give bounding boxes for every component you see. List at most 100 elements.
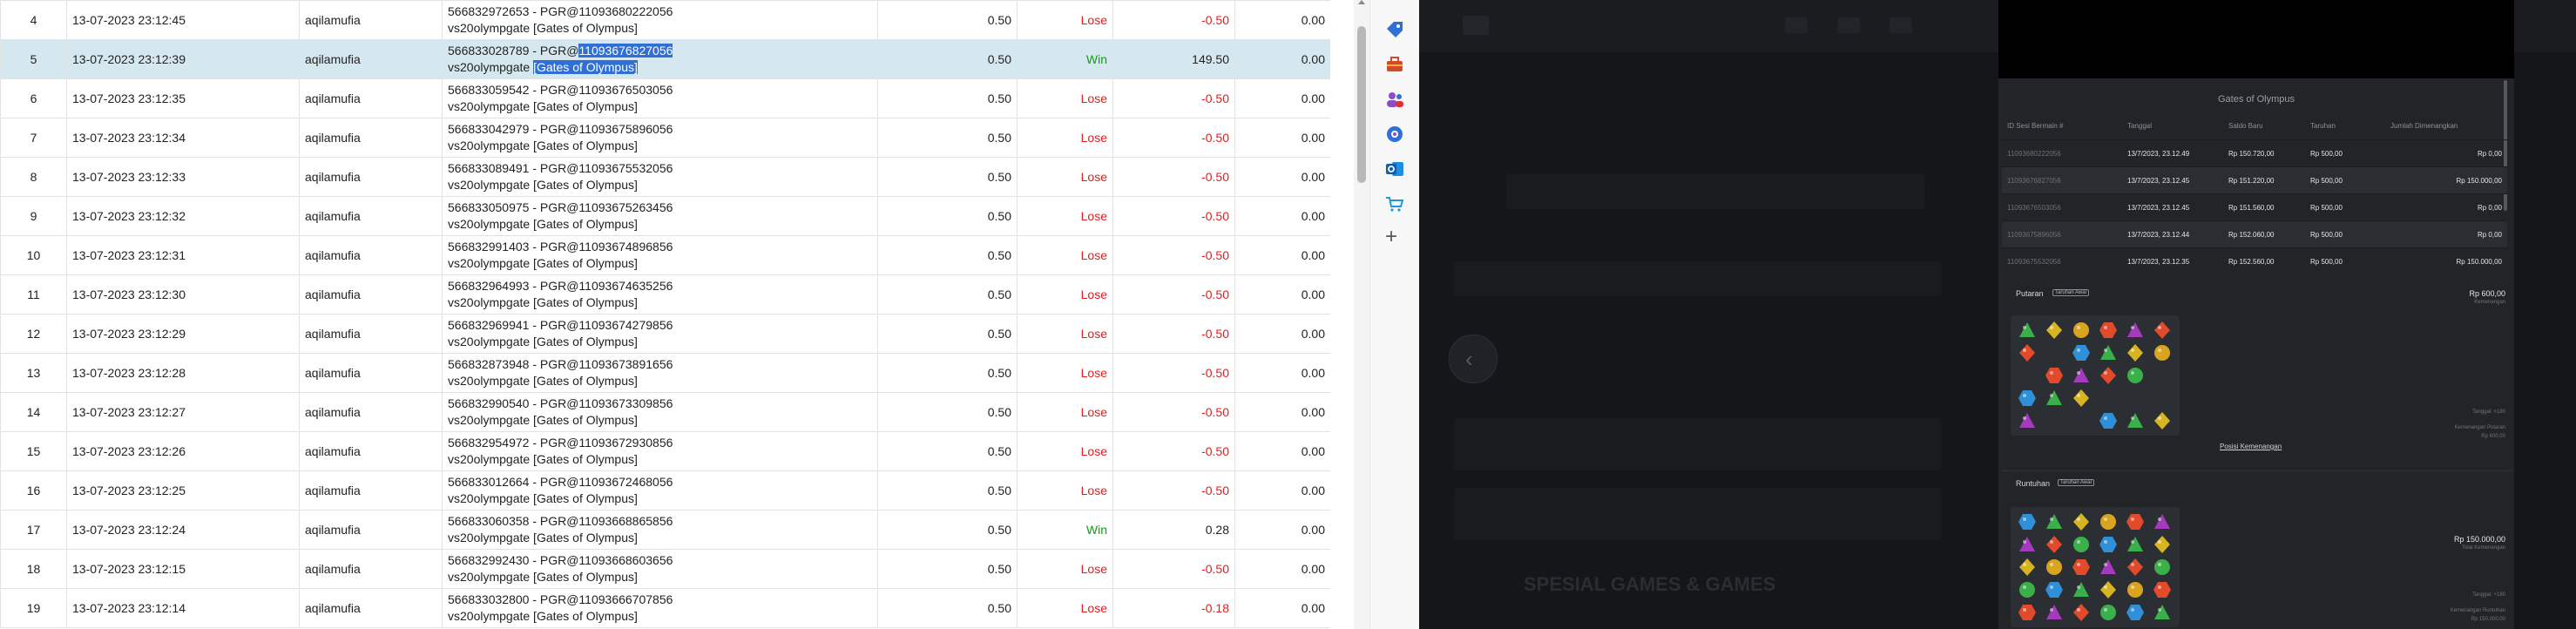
bet-date: 13-07-2023 23:12:28 <box>66 353 300 393</box>
bet-date: 13-07-2023 23:12:34 <box>66 118 300 158</box>
table-row[interactable]: 15 13-07-2023 23:12:26 aqilamufia 566832954… <box>0 431 1330 471</box>
table-row[interactable]: 13 13-07-2023 23:12:28 aqilamufia 566832873… <box>0 353 1330 393</box>
session-history-row[interactable]: 11093675896056 13/7/2023, 23.12.44 Rp 152.… <box>2002 220 2507 247</box>
people-icon[interactable] <box>1384 89 1405 110</box>
table-row[interactable]: 16 13-07-2023 23:12:25 aqilamufia 566833012… <box>0 470 1330 511</box>
session-bet: Rp 500,00 <box>2310 177 2343 185</box>
payout: -0.50 <box>1112 235 1235 275</box>
outlook-icon[interactable] <box>1384 159 1405 179</box>
table-row[interactable]: 7 13-07-2023 23:12:34 aqilamufia 5668330429… <box>0 118 1330 158</box>
transaction-id: 566832964993 - PGR@11093674635256 <box>448 279 673 293</box>
bet-amount: 0.50 <box>877 235 1018 275</box>
gem-symbol-icon <box>2154 605 2170 619</box>
bet-date: 13-07-2023 23:12:35 <box>66 78 300 118</box>
row-number: 14 <box>0 392 67 432</box>
row-number: 13 <box>0 353 67 393</box>
gem-symbol-icon <box>2154 321 2170 339</box>
bet-date: 13-07-2023 23:12:29 <box>66 314 300 354</box>
bet-description: 566833059542 - PGR@11093676503056 vs20oly… <box>442 78 878 118</box>
row-number: 16 <box>0 470 67 511</box>
gem-symbol-icon <box>2154 345 2170 361</box>
ghost-logo <box>1463 16 1489 35</box>
transaction-id: 566833012664 - PGR@11093672468056 <box>448 475 673 489</box>
gem-symbol-icon <box>2046 559 2062 575</box>
ghost-header-icon <box>1837 17 1860 33</box>
scroll-up-arrow-icon[interactable] <box>1358 0 1365 4</box>
payout: 149.50 <box>1112 39 1235 79</box>
table-row[interactable]: 12 13-07-2023 23:12:29 aqilamufia 566832969… <box>0 314 1330 354</box>
bet-amount: 0.50 <box>877 78 1018 118</box>
bet-result: Lose <box>1017 0 1113 40</box>
gem-symbol-icon <box>2127 368 2143 383</box>
bet-description: 566832954972 - PGR@11093672930856 vs20oly… <box>442 431 878 471</box>
balance: 0.00 <box>1234 353 1330 393</box>
bet-date: 13-07-2023 23:12:26 <box>66 431 300 471</box>
session-history-row[interactable]: 11093676503056 13/7/2023, 23.12.45 Rp 151.… <box>2002 193 2507 220</box>
game-name: vs20olympgate [Gates of Olympus] <box>448 178 638 192</box>
table-row[interactable]: 6 13-07-2023 23:12:35 aqilamufia 5668330595… <box>0 78 1330 118</box>
payout: -0.50 <box>1112 118 1235 158</box>
payout: -0.50 <box>1112 392 1235 432</box>
gem-symbol-icon <box>2100 367 2116 384</box>
toolbox-icon[interactable] <box>1384 54 1405 75</box>
gem-symbol-icon <box>2019 537 2035 551</box>
spin-reel-grid <box>2011 315 2180 436</box>
table-row[interactable]: 18 13-07-2023 23:12:15 aqilamufia 566832992… <box>0 549 1330 589</box>
gem-symbol-icon <box>2045 582 2063 598</box>
gem-symbol-icon <box>2073 537 2089 552</box>
ghost-header-icon <box>1890 17 1912 33</box>
table-row[interactable]: 10 13-07-2023 23:12:31 aqilamufia 566832991… <box>0 235 1330 275</box>
balance: 0.00 <box>1234 235 1330 275</box>
header-session-id: ID Sesi Bermain # <box>2007 122 2064 130</box>
bet-description: 566833060358 - PGR@11093668865856 vs20oly… <box>442 510 878 550</box>
gem-symbol-icon <box>2046 536 2062 553</box>
tag-icon[interactable] <box>1384 19 1405 40</box>
row-number: 8 <box>0 157 67 197</box>
bet-date: 13-07-2023 23:12:32 <box>66 196 300 236</box>
game-name: vs20olympgate [Gates of Olympus] <box>448 335 638 348</box>
gem-symbol-icon <box>2073 604 2089 621</box>
table-row[interactable]: 8 13-07-2023 23:12:33 aqilamufia 5668330894… <box>0 157 1330 197</box>
balance: 0.00 <box>1234 78 1330 118</box>
win-positions-link[interactable]: Posisi Kemenangan <box>2220 443 2282 450</box>
gem-symbol-icon <box>2018 605 2036 620</box>
payout: -0.50 <box>1112 78 1235 118</box>
add-icon[interactable]: + <box>1385 225 1397 249</box>
game-name: vs20olympgate [Gates of Olympus] <box>448 531 638 544</box>
back-arrow-button[interactable]: ‹ <box>1449 335 1498 383</box>
session-history-row[interactable]: 11093676827056 13/7/2023, 23.12.45 Rp 151.… <box>2002 166 2507 193</box>
gem-symbol-icon <box>2154 536 2170 553</box>
table-row[interactable]: 4 13-07-2023 23:12:45 aqilamufia 5668329726… <box>0 0 1330 40</box>
scrollbar-thumb[interactable] <box>1357 26 1366 183</box>
spin-amount-sub: Kemenangan <box>2474 300 2505 305</box>
session-id: 11093676503056 <box>2007 204 2061 212</box>
gem-symbol-icon <box>2019 413 2035 428</box>
header-date: Tanggal <box>2127 122 2153 130</box>
session-history-row[interactable]: 11093675532056 13/7/2023, 23.12.35 Rp 152.… <box>2002 247 2507 274</box>
gem-symbol-icon <box>2018 514 2036 530</box>
table-row[interactable]: 9 13-07-2023 23:12:32 aqilamufia 5668330509… <box>0 196 1330 236</box>
table-row[interactable]: 11 13-07-2023 23:12:30 aqilamufia 566832964… <box>0 274 1330 314</box>
table-row[interactable]: 19 13-07-2023 23:12:14 aqilamufia 566833032… <box>0 588 1330 628</box>
table-row[interactable]: 14 13-07-2023 23:12:27 aqilamufia 566832990… <box>0 392 1330 432</box>
table-row[interactable]: 17 13-07-2023 23:12:24 aqilamufia 566833060… <box>0 510 1330 550</box>
section-divider <box>2002 470 2511 471</box>
bet-result: Lose <box>1017 78 1113 118</box>
gem-symbol-icon <box>2100 559 2116 574</box>
gem-symbol-icon <box>2073 513 2089 531</box>
session-win: Rp 0,00 <box>2477 150 2502 158</box>
gem-symbol-icon <box>2126 514 2144 530</box>
session-id: 11093676827056 <box>2007 177 2061 185</box>
bet-result: Lose <box>1017 314 1113 354</box>
spin-amount: Rp 600,00 <box>2469 289 2505 298</box>
settings-gear-icon[interactable] <box>1384 124 1405 145</box>
shopping-cart-icon[interactable] <box>1384 193 1405 214</box>
balance: 0.00 <box>1234 39 1330 79</box>
table-row[interactable]: 5 13-07-2023 23:12:39 aqilamufia 5668330287… <box>0 39 1330 79</box>
session-history-row[interactable]: 11093680222056 13/7/2023, 23.12.49 Rp 150.… <box>2002 139 2507 166</box>
cascade-note-2: Kemenangan Runtuhan <box>2450 608 2505 613</box>
transaction-id: 566833059542 - PGR@11093676503056 <box>448 83 673 97</box>
bet-description: 566832972653 - PGR@11093680222056 vs20oly… <box>442 0 878 40</box>
cascade-amount: Rp 150.000,00 <box>2453 535 2505 544</box>
panel-top-black-area <box>1998 0 2514 78</box>
